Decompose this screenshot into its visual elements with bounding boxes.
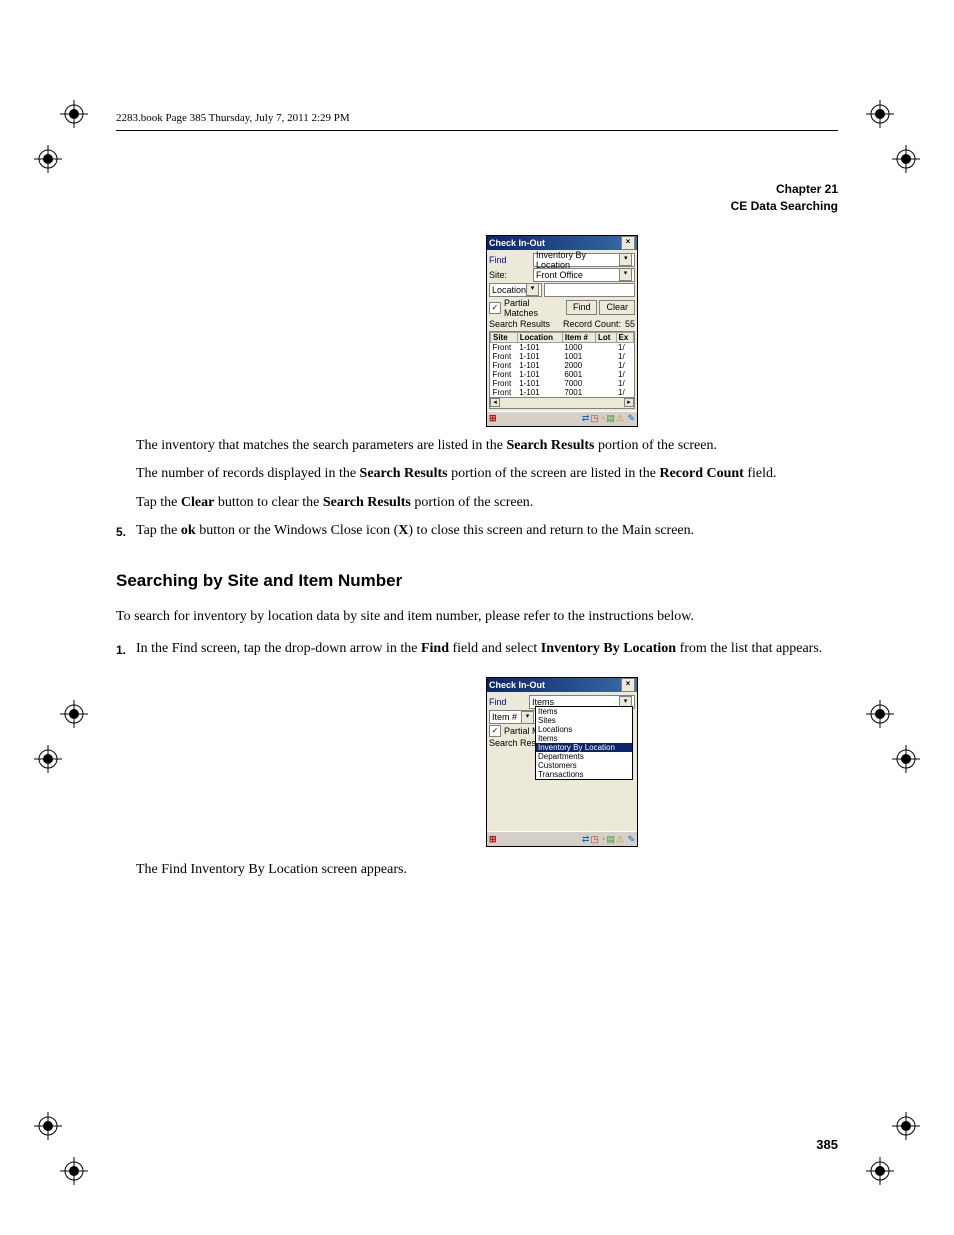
chapter-header: Chapter 21 CE Data Searching xyxy=(116,181,838,215)
location-input[interactable] xyxy=(544,283,635,297)
grid-header-row: Site Location Item # Lot Ex xyxy=(491,332,634,342)
chevron-down-icon[interactable]: ▾ xyxy=(619,268,632,281)
table-row[interactable]: Front1-10110011/ xyxy=(491,352,634,361)
site-label: Site: xyxy=(489,270,533,280)
registration-mark xyxy=(60,1157,88,1185)
dropdown-option-selected[interactable]: Inventory By Location xyxy=(536,743,632,752)
col-lot[interactable]: Lot xyxy=(596,332,617,342)
page-number: 385 xyxy=(816,1137,838,1152)
screenshot-inventory-results: Check In-Out × Find Inventory By Locatio… xyxy=(486,235,638,427)
partial-matches-checkbox[interactable]: ✓ xyxy=(489,725,501,737)
running-header: 2283.book Page 385 Thursday, July 7, 201… xyxy=(116,112,838,128)
registration-mark xyxy=(34,745,62,773)
registration-mark xyxy=(34,145,62,173)
dropdown-option[interactable]: Items xyxy=(536,734,632,743)
table-row[interactable]: Front1-10110001/ xyxy=(491,342,634,352)
chapter-title: CE Data Searching xyxy=(116,198,838,215)
dropdown-option[interactable]: Locations xyxy=(536,725,632,734)
close-icon[interactable]: × xyxy=(621,678,635,692)
section-heading: Searching by Site and Item Number xyxy=(116,571,838,591)
location-label: Location xyxy=(492,285,526,295)
step-number: 5. xyxy=(116,523,136,539)
close-icon[interactable]: × xyxy=(621,236,635,250)
col-location[interactable]: Location xyxy=(517,332,562,342)
find-label: Find xyxy=(489,255,533,265)
table-row[interactable]: Front1-10170011/ xyxy=(491,388,634,397)
partial-matches-label: Partial Matches xyxy=(504,298,566,318)
chevron-down-icon[interactable]: ▾ xyxy=(521,711,534,724)
table-row[interactable]: Front1-10160011/ xyxy=(491,370,634,379)
intro-paragraph: To search for inventory by location data… xyxy=(116,608,838,627)
registration-mark xyxy=(866,1157,894,1185)
col-site[interactable]: Site xyxy=(491,332,518,342)
screenshot-find-dropdown: Check In-Out × Find Items ▾ Item # ▾ xyxy=(486,677,638,847)
chapter-number: Chapter 21 xyxy=(116,181,838,198)
find-dropdown-list[interactable]: Items Sites Locations Items Inventory By… xyxy=(535,706,633,780)
closing-paragraph: The Find Inventory By Location screen ap… xyxy=(136,861,838,880)
step-1: 1. In the Find screen, tap the drop-down… xyxy=(116,641,838,657)
site-value: Front Office xyxy=(536,270,583,280)
col-ex[interactable]: Ex xyxy=(616,332,633,342)
system-tray: ⇄◳◔▤⚠ ✎ xyxy=(581,413,635,424)
registration-mark xyxy=(892,745,920,773)
find-value: Inventory By Location xyxy=(536,250,619,270)
record-count-value: 55 xyxy=(625,319,635,329)
system-tray: ⇄◳◔▤⚠ ✎ xyxy=(581,834,635,845)
window-title: Check In-Out xyxy=(489,238,545,248)
header-rule xyxy=(116,130,838,131)
find-label: Find xyxy=(489,697,529,707)
dropdown-option[interactable]: Departments xyxy=(536,752,632,761)
registration-mark xyxy=(866,700,894,728)
registration-mark xyxy=(892,1112,920,1140)
registration-mark xyxy=(60,700,88,728)
partial-matches-checkbox[interactable]: ✓ xyxy=(489,302,501,314)
clear-button[interactable]: Clear xyxy=(599,300,635,315)
find-dropdown[interactable]: Inventory By Location ▾ xyxy=(533,253,635,267)
dropdown-option[interactable]: Customers xyxy=(536,761,632,770)
item-label: Item # xyxy=(492,712,517,722)
record-count-label: Record Count: xyxy=(563,319,621,329)
dropdown-option[interactable]: Sites xyxy=(536,716,632,725)
dropdown-option[interactable]: Transactions xyxy=(536,770,632,779)
registration-mark xyxy=(34,1112,62,1140)
registration-mark xyxy=(892,145,920,173)
dropdown-option[interactable]: Items xyxy=(536,707,632,716)
window-title: Check In-Out xyxy=(489,680,545,690)
horizontal-scrollbar[interactable]: ◂▸ xyxy=(490,397,634,408)
results-grid[interactable]: Site Location Item # Lot Ex Front1-10110… xyxy=(489,331,635,409)
taskbar: ⊞ ⇄◳◔▤⚠ ✎ xyxy=(487,411,637,426)
col-item[interactable]: Item # xyxy=(562,332,595,342)
step-number: 1. xyxy=(116,641,136,657)
step-5: 5. Tap the ok button or the Windows Clos… xyxy=(116,523,838,539)
site-dropdown[interactable]: Front Office ▾ xyxy=(533,268,635,282)
item-dropdown[interactable]: Item # ▾ xyxy=(489,710,537,724)
taskbar: ⊞ ⇄◳◔▤⚠ ✎ xyxy=(487,831,637,846)
chevron-down-icon[interactable]: ▾ xyxy=(619,253,632,266)
start-icon[interactable]: ⊞ xyxy=(489,413,497,424)
chevron-down-icon[interactable]: ▾ xyxy=(526,283,539,296)
location-dropdown[interactable]: Location ▾ xyxy=(489,283,542,297)
table-row[interactable]: Front1-10170001/ xyxy=(491,379,634,388)
body-paragraphs: The inventory that matches the search pa… xyxy=(136,437,838,514)
registration-mark xyxy=(60,100,88,128)
search-results-label: Search Results xyxy=(489,319,550,329)
find-button[interactable]: Find xyxy=(566,300,598,315)
registration-mark xyxy=(866,100,894,128)
start-icon[interactable]: ⊞ xyxy=(489,834,497,845)
table-row[interactable]: Front1-10120001/ xyxy=(491,361,634,370)
